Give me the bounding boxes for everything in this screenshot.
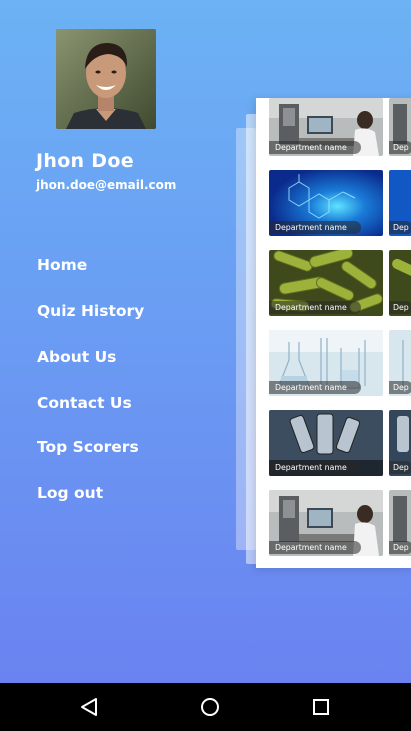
department-tile-partial[interactable]: Dep (389, 410, 411, 476)
home-button[interactable] (186, 683, 234, 731)
department-tile[interactable]: Department name (269, 170, 383, 236)
department-name-label: Department name (269, 301, 361, 314)
department-tile-partial[interactable]: Dep (389, 170, 411, 236)
department-name-label-partial: Dep (389, 221, 411, 234)
department-name-label: Department name (269, 461, 361, 474)
user-email: jhon.doe@email.com (36, 178, 177, 192)
department-name-label-partial: Dep (389, 461, 411, 474)
department-tile[interactable]: Department name (269, 490, 383, 556)
department-tile[interactable]: Department name (269, 410, 383, 476)
menu-item-top-scorers[interactable]: Top Scorers (37, 438, 139, 456)
home-circle-icon (201, 698, 219, 716)
recents-button[interactable] (297, 683, 345, 731)
department-name-label: Department name (269, 221, 361, 234)
menu-item-about-us[interactable]: About Us (37, 348, 116, 366)
department-name-label-partial: Dep (389, 541, 411, 554)
menu-item-quiz-history[interactable]: Quiz History (37, 302, 144, 320)
department-name-label-partial: Dep (389, 141, 411, 154)
department-tile[interactable]: Department name (269, 330, 383, 396)
department-name-label: Department name (269, 541, 361, 554)
department-name-label-partial: Dep (389, 301, 411, 314)
department-tile-partial[interactable]: Dep (389, 98, 411, 156)
menu-item-contact-us[interactable]: Contact Us (37, 394, 132, 412)
drawer-screen: Jhon Doe jhon.doe@email.com Home Quiz Hi… (0, 0, 411, 683)
department-name-label: Department name (269, 381, 361, 394)
department-tile-partial[interactable]: Dep (389, 250, 411, 316)
department-tile[interactable]: Department name (269, 98, 383, 156)
department-tile[interactable]: Department name (269, 250, 383, 316)
department-tile-partial[interactable]: Dep (389, 330, 411, 396)
app-preview-card[interactable]: Department name Dep Department name Dep … (256, 98, 411, 568)
system-navigation-bar (0, 683, 411, 731)
department-name-label-partial: Dep (389, 381, 411, 394)
back-icon (81, 698, 97, 716)
back-button[interactable] (65, 683, 113, 731)
menu-item-log-out[interactable]: Log out (37, 484, 103, 502)
menu-item-home[interactable]: Home (37, 256, 87, 274)
department-tile-partial[interactable]: Dep (389, 490, 411, 556)
recents-square-icon (313, 699, 329, 715)
profile-photo-icon (56, 29, 156, 129)
avatar[interactable] (56, 29, 156, 129)
user-name: Jhon Doe (36, 150, 134, 172)
department-name-label: Department name (269, 141, 361, 154)
